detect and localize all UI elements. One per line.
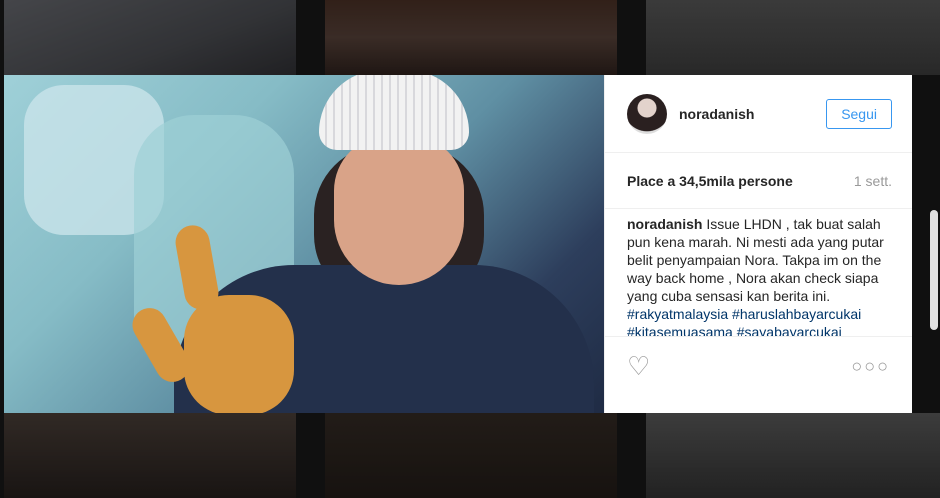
username-link[interactable]: noradanish: [679, 106, 826, 122]
heart-icon[interactable]: ♡: [627, 353, 650, 379]
face: [334, 135, 464, 285]
avatar[interactable]: [627, 93, 667, 134]
follow-button[interactable]: Segui: [826, 98, 892, 129]
likes-count[interactable]: Place a 34,5mila persone: [627, 173, 793, 189]
post-header: noradanish Segui: [605, 75, 912, 153]
post-actions: ♡ ○○○: [605, 337, 912, 395]
cap: [319, 75, 469, 150]
page-scrollbar[interactable]: [930, 210, 938, 330]
post-sidebar: noradanish Segui Place a 34,5mila person…: [604, 75, 912, 413]
post-caption: noradanish Issue LHDN , tak buat salah p…: [605, 209, 912, 336]
post-photo[interactable]: [4, 75, 604, 413]
post-modal: noradanish Segui Place a 34,5mila person…: [4, 75, 912, 413]
comments-section[interactable]: noradanish Issue LHDN , tak buat salah p…: [605, 209, 912, 337]
more-options-icon[interactable]: ○○○: [851, 356, 890, 377]
caption-username[interactable]: noradanish: [627, 216, 702, 232]
plush-toy: [184, 295, 294, 413]
post-meta: Place a 34,5mila persone 1 sett.: [605, 153, 912, 209]
caption-hashtags[interactable]: #rakyatmalaysia #haruslahbayarcukai #kit…: [627, 306, 861, 336]
post-timestamp[interactable]: 1 sett.: [854, 173, 892, 189]
